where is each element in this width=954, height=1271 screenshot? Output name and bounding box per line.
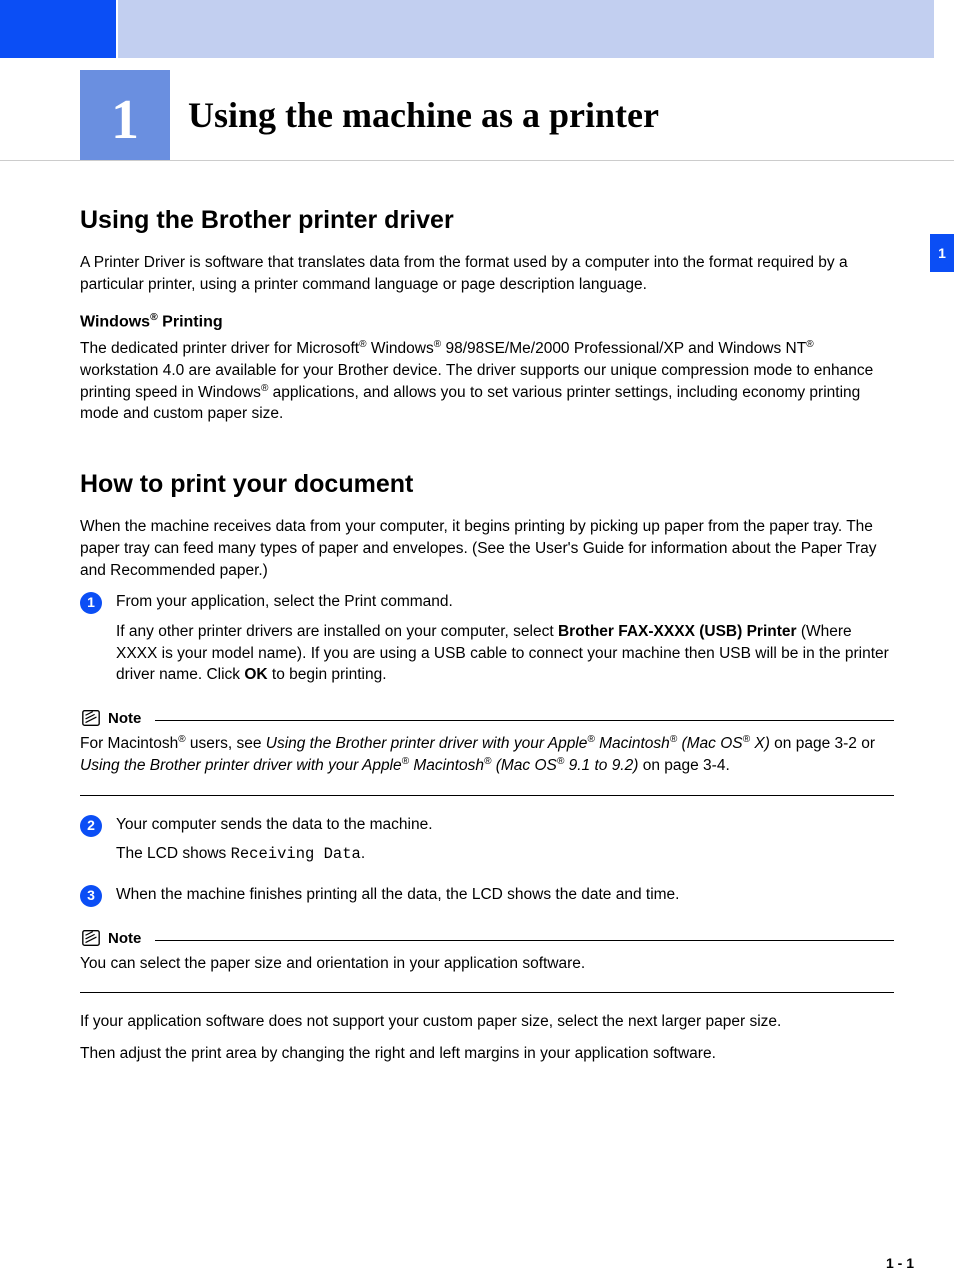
page-content: Using the Brother printer driver A Print… (80, 203, 894, 1065)
note1-body: For Macintosh® users, see Using the Brot… (80, 733, 894, 777)
text: to begin printing. (268, 666, 387, 683)
note-label: Note (108, 928, 141, 949)
reg-mark: ® (178, 734, 185, 745)
step2-line1: Your computer sends the data to the mach… (116, 814, 894, 836)
reg-mark: ® (150, 312, 158, 323)
text-italic: Macintosh (409, 757, 484, 774)
step-3: 3 When the machine finishes printing all… (80, 884, 894, 914)
text: on page 3-4. (638, 757, 729, 774)
note-rule (155, 940, 894, 941)
text-bold: OK (244, 666, 267, 683)
text: Windows (80, 314, 150, 331)
text: . (361, 845, 365, 862)
note-icon (80, 928, 102, 948)
step-2: 2 Your computer sends the data to the ma… (80, 814, 894, 874)
section-heading-howto: How to print your document (80, 467, 894, 502)
header-accent-dark (0, 0, 116, 58)
text-italic: (Mac OS (677, 735, 742, 752)
text-italic: 9.1 to 9.2) (564, 757, 638, 774)
tail-para-2: Then adjust the print area by changing t… (80, 1043, 894, 1065)
text: Windows (367, 340, 434, 357)
text: Printing (158, 314, 223, 331)
page-number: 1 - 1 (0, 1255, 914, 1271)
step1-line1: From your application, select the Print … (116, 591, 894, 613)
windows-printing-subheading: Windows® Printing (80, 311, 894, 334)
reg-mark: ® (743, 734, 750, 745)
step-body: When the machine finishes printing all t… (116, 884, 894, 914)
chapter-number-box: 1 (80, 70, 170, 160)
header-bar (0, 0, 954, 58)
side-tab-chapter: 1 (930, 234, 954, 272)
text-italic: Macintosh (595, 735, 670, 752)
text: The dedicated printer driver for Microso… (80, 340, 359, 357)
step-body: Your computer sends the data to the mach… (116, 814, 894, 874)
header-accent-light (118, 0, 934, 58)
note-icon (80, 708, 102, 728)
step-number-icon: 1 (80, 592, 102, 614)
reg-mark: ® (587, 734, 594, 745)
chapter-title: Using the machine as a printer (188, 94, 659, 136)
text-italic: Using the Brother printer driver with yo… (80, 757, 402, 774)
text: users, see (186, 735, 266, 752)
step1-line2: If any other printer drivers are install… (116, 621, 894, 686)
text: If any other printer drivers are install… (116, 623, 558, 640)
step-1: 1 From your application, select the Prin… (80, 591, 894, 694)
divider (80, 795, 894, 796)
note-label: Note (108, 708, 141, 729)
text-mono: Receiving Data (231, 845, 361, 863)
reg-mark: ® (359, 339, 366, 350)
windows-printing-body: The dedicated printer driver for Microso… (80, 338, 894, 425)
note-header-1: Note (80, 708, 894, 729)
text: The LCD shows (116, 845, 231, 862)
step3-line: When the machine finishes printing all t… (116, 884, 894, 906)
text: For Macintosh (80, 735, 178, 752)
tail-para-1: If your application software does not su… (80, 1011, 894, 1033)
step-number-icon: 3 (80, 885, 102, 907)
divider (80, 992, 894, 993)
section1-intro: A Printer Driver is software that transl… (80, 252, 894, 295)
note-rule (155, 720, 894, 721)
chapter-header: 1 Using the machine as a printer (0, 70, 954, 161)
step2-line2: The LCD shows Receiving Data. (116, 843, 894, 866)
text-italic: Using the Brother printer driver with yo… (266, 735, 588, 752)
text: 98/98SE/Me/2000 Professional/XP and Wind… (441, 340, 806, 357)
text: on page 3-2 or (770, 735, 875, 752)
section2-intro: When the machine receives data from your… (80, 516, 894, 581)
reg-mark: ® (806, 339, 813, 350)
note2-body: You can select the paper size and orient… (80, 953, 894, 975)
section-heading-driver: Using the Brother printer driver (80, 203, 894, 238)
reg-mark: ® (402, 756, 409, 767)
step-body: From your application, select the Print … (116, 591, 894, 694)
text-italic: (Mac OS (491, 757, 556, 774)
text-italic: X) (750, 735, 770, 752)
step-number-icon: 2 (80, 815, 102, 837)
note-header-2: Note (80, 928, 894, 949)
text-bold: Brother FAX-XXXX (USB) Printer (558, 623, 797, 640)
